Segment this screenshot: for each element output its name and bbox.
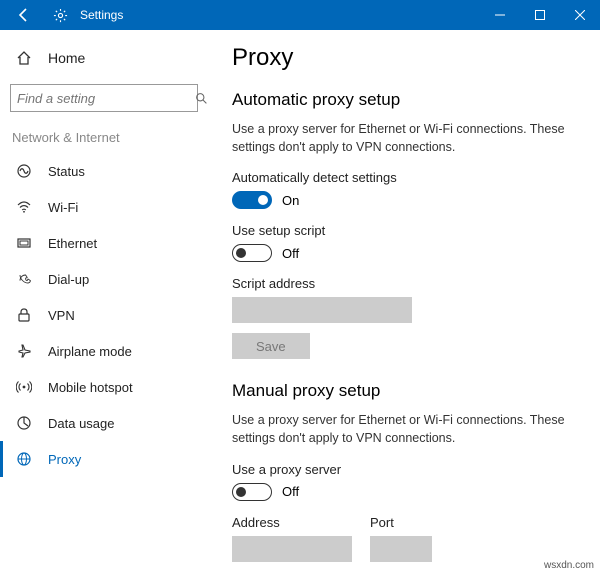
sidebar-item-proxy[interactable]: Proxy	[10, 441, 198, 477]
port-label: Port	[370, 515, 432, 530]
sidebar-item-wifi[interactable]: Wi-Fi	[10, 189, 198, 225]
detect-label: Automatically detect settings	[232, 170, 576, 185]
search-input[interactable]	[17, 91, 195, 106]
close-icon	[575, 10, 585, 20]
maximize-icon	[535, 10, 545, 20]
script-address-label: Script address	[232, 276, 576, 291]
address-label: Address	[232, 515, 352, 530]
window-title: Settings	[80, 8, 123, 22]
arrow-left-icon	[16, 7, 32, 23]
wifi-icon	[14, 199, 34, 215]
use-proxy-toggle-state: Off	[282, 484, 299, 499]
sidebar-item-label: VPN	[48, 308, 75, 323]
minimize-icon	[495, 10, 505, 20]
ethernet-icon	[14, 235, 34, 251]
script-toggle-state: Off	[282, 246, 299, 261]
sidebar: Home Network & Internet Status Wi-Fi Eth…	[0, 30, 208, 575]
save-button[interactable]: Save	[232, 333, 310, 359]
sidebar-item-label: Status	[48, 164, 85, 179]
sidebar-item-datausage[interactable]: Data usage	[10, 405, 198, 441]
sidebar-home[interactable]: Home	[10, 42, 198, 74]
sidebar-item-label: Dial-up	[48, 272, 89, 287]
exceptions-desc: Use the proxy server except for addresse…	[232, 572, 572, 575]
manual-section-desc: Use a proxy server for Ethernet or Wi-Fi…	[232, 411, 572, 447]
sidebar-item-dialup[interactable]: Dial-up	[10, 261, 198, 297]
sidebar-item-label: Proxy	[48, 452, 81, 467]
port-input[interactable]	[370, 536, 432, 562]
sidebar-item-label: Data usage	[48, 416, 115, 431]
script-toggle[interactable]	[232, 244, 272, 262]
maximize-button[interactable]	[520, 0, 560, 30]
dialup-icon	[14, 271, 34, 287]
use-proxy-label: Use a proxy server	[232, 462, 576, 477]
address-input[interactable]	[232, 536, 352, 562]
auto-section-heading: Automatic proxy setup	[232, 90, 576, 110]
vpn-icon	[14, 307, 34, 323]
close-button[interactable]	[560, 0, 600, 30]
manual-section-heading: Manual proxy setup	[232, 381, 576, 401]
sidebar-item-label: Mobile hotspot	[48, 380, 133, 395]
search-icon	[195, 92, 208, 105]
hotspot-icon	[14, 379, 34, 395]
content-pane: Proxy Automatic proxy setup Use a proxy …	[208, 30, 600, 575]
airplane-icon	[14, 343, 34, 359]
sidebar-item-vpn[interactable]: VPN	[10, 297, 198, 333]
data-usage-icon	[14, 415, 34, 431]
status-icon	[14, 163, 34, 179]
search-box[interactable]	[10, 84, 198, 112]
home-icon	[14, 50, 34, 66]
titlebar: Settings	[0, 0, 600, 30]
sidebar-item-hotspot[interactable]: Mobile hotspot	[10, 369, 198, 405]
use-proxy-toggle[interactable]	[232, 483, 272, 501]
settings-icon	[48, 0, 72, 30]
proxy-icon	[14, 451, 34, 467]
auto-section-desc: Use a proxy server for Ethernet or Wi-Fi…	[232, 120, 572, 156]
page-title: Proxy	[232, 44, 576, 72]
sidebar-item-label: Wi-Fi	[48, 200, 78, 215]
minimize-button[interactable]	[480, 0, 520, 30]
sidebar-item-status[interactable]: Status	[10, 153, 198, 189]
sidebar-item-airplane[interactable]: Airplane mode	[10, 333, 198, 369]
sidebar-section-header: Network & Internet	[12, 130, 198, 145]
sidebar-item-ethernet[interactable]: Ethernet	[10, 225, 198, 261]
detect-toggle-state: On	[282, 193, 299, 208]
script-address-input[interactable]	[232, 297, 412, 323]
detect-toggle[interactable]	[232, 191, 272, 209]
script-label: Use setup script	[232, 223, 576, 238]
sidebar-home-label: Home	[48, 50, 85, 66]
back-button[interactable]	[4, 0, 44, 30]
sidebar-item-label: Ethernet	[48, 236, 97, 251]
sidebar-item-label: Airplane mode	[48, 344, 132, 359]
watermark: wsxdn.com	[544, 560, 594, 571]
